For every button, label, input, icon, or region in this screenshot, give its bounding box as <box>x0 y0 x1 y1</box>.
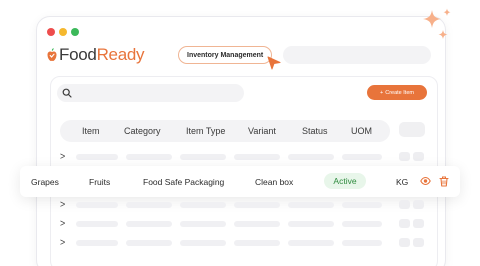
action-placeholder <box>399 152 410 161</box>
column-header-item-type[interactable]: Item Type <box>186 126 225 136</box>
cell-variant: Clean box <box>255 177 294 187</box>
minimize-window-dot[interactable] <box>59 28 67 36</box>
cell-item: Grapes <box>31 177 59 187</box>
cell-placeholder <box>126 240 172 246</box>
column-header-status[interactable]: Status <box>302 126 328 136</box>
cell-placeholder <box>342 221 382 227</box>
trash-icon[interactable] <box>439 176 449 187</box>
cell-placeholder <box>342 154 382 160</box>
cell-placeholder <box>234 154 280 160</box>
cell-placeholder <box>234 240 280 246</box>
cell-placeholder <box>126 221 172 227</box>
cell-category: Fruits <box>89 177 111 187</box>
plus-icon: + <box>380 89 384 96</box>
cell-placeholder <box>76 154 118 160</box>
action-placeholder <box>413 238 424 247</box>
chevron-right-icon[interactable]: > <box>60 151 65 162</box>
nav-placeholder <box>283 46 431 64</box>
chevron-right-icon[interactable]: > <box>60 218 65 229</box>
cell-item-type: Food Safe Packaging <box>143 177 225 187</box>
action-placeholder <box>399 200 410 209</box>
cell-placeholder <box>180 154 226 160</box>
apple-logo-icon <box>47 48 57 61</box>
column-header-variant[interactable]: Variant <box>248 126 276 136</box>
cell-placeholder <box>180 202 226 208</box>
status-badge: Active <box>324 173 366 189</box>
cell-placeholder <box>234 202 280 208</box>
cell-placeholder <box>126 202 172 208</box>
action-placeholder <box>413 200 424 209</box>
sparkle-icon <box>423 8 451 39</box>
maximize-window-dot[interactable] <box>71 28 79 36</box>
close-window-dot[interactable] <box>47 28 55 36</box>
column-header-item[interactable]: Item <box>82 126 100 136</box>
column-header-category[interactable]: Category <box>124 126 161 136</box>
cell-placeholder <box>288 202 334 208</box>
stage: FoodReady Inventory Management + Create … <box>0 0 480 266</box>
brand-name: FoodReady <box>59 45 145 65</box>
table-row-highlighted[interactable] <box>20 166 460 197</box>
cell-placeholder <box>288 240 334 246</box>
cell-placeholder <box>76 221 118 227</box>
breadcrumb-label: Inventory Management <box>187 51 264 59</box>
search-icon <box>62 88 72 98</box>
create-item-label: Create Item <box>385 89 414 96</box>
cell-placeholder <box>288 154 334 160</box>
cell-uom: KG <box>396 177 409 187</box>
cell-placeholder <box>76 202 118 208</box>
action-placeholder <box>413 152 424 161</box>
cell-placeholder <box>180 240 226 246</box>
header-actions-placeholder <box>399 122 425 137</box>
chevron-right-icon[interactable]: > <box>60 237 65 248</box>
column-header-uom[interactable]: UOM <box>351 126 372 136</box>
cell-placeholder <box>234 221 280 227</box>
action-placeholder <box>399 219 410 228</box>
eye-icon[interactable] <box>420 176 431 186</box>
cell-placeholder <box>76 240 118 246</box>
cell-placeholder <box>288 221 334 227</box>
status-label: Active <box>333 176 357 186</box>
search-input[interactable] <box>57 84 244 102</box>
cell-placeholder <box>342 240 382 246</box>
brand-suffix: Ready <box>96 45 145 64</box>
cell-placeholder <box>126 154 172 160</box>
brand-logo: FoodReady <box>47 45 145 65</box>
breadcrumb[interactable]: Inventory Management <box>178 46 273 64</box>
cell-placeholder <box>342 202 382 208</box>
brand-prefix: Food <box>59 45 97 64</box>
cell-placeholder <box>180 221 226 227</box>
action-placeholder <box>413 219 424 228</box>
cursor-icon <box>267 56 281 70</box>
action-placeholder <box>399 238 410 247</box>
create-item-button[interactable]: + Create Item <box>367 85 427 100</box>
chevron-right-icon[interactable]: > <box>60 199 65 210</box>
